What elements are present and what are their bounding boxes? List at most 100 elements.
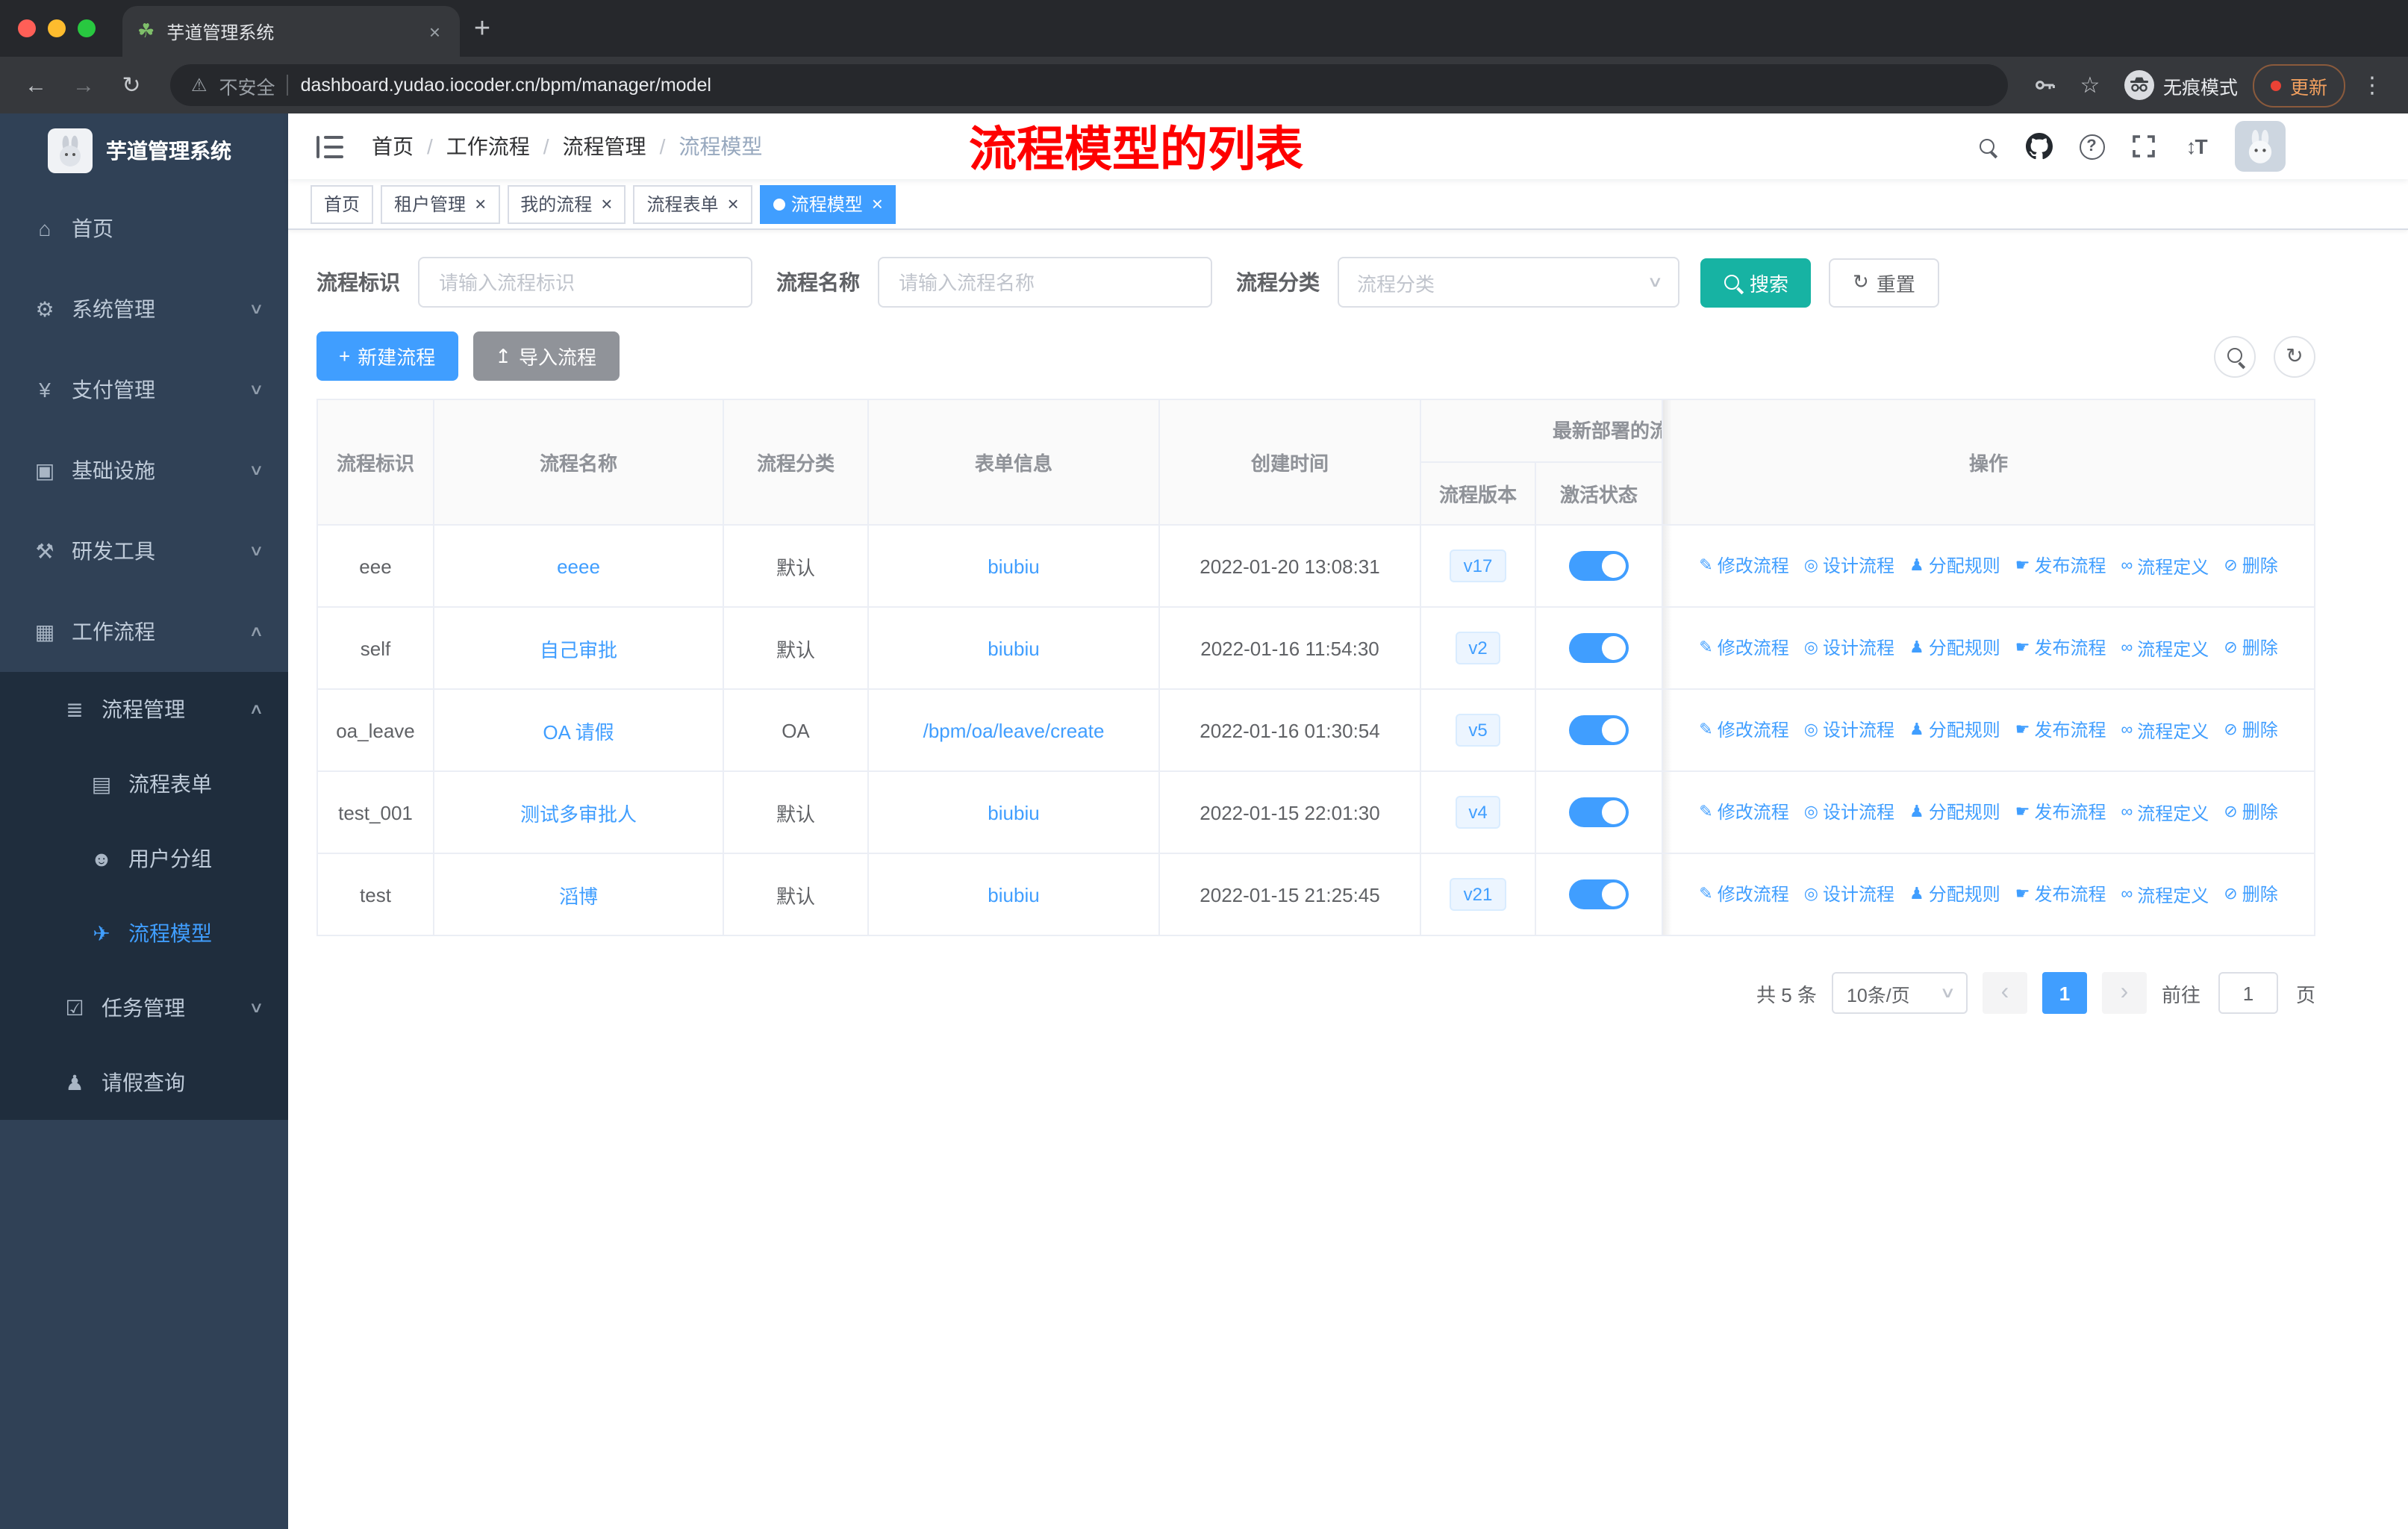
- sidebar-logo[interactable]: 芋道管理系统: [0, 113, 288, 188]
- process-name-link[interactable]: OA 请假: [543, 720, 614, 743]
- form-info-link[interactable]: biubiu: [988, 801, 1039, 823]
- row-action-design[interactable]: ◎ 设计流程: [1804, 553, 1894, 579]
- page-size-select[interactable]: 10条/页 10条/页 ∨: [1831, 972, 1968, 1014]
- active-toggle[interactable]: [1569, 633, 1629, 663]
- forward-icon[interactable]: →: [63, 64, 105, 106]
- row-action-delete[interactable]: ⊘ 删除: [2224, 553, 2277, 579]
- browser-tab[interactable]: ☘ 芋道管理系统 ×: [122, 6, 460, 57]
- form-info-link[interactable]: biubiu: [988, 637, 1039, 659]
- browser-menu-dots-icon[interactable]: ⋮: [2351, 64, 2393, 106]
- new-tab-button[interactable]: +: [460, 7, 505, 52]
- row-action-publish[interactable]: ☛ 发布流程: [2015, 717, 2106, 743]
- font-size-icon[interactable]: ↕T: [2183, 131, 2209, 161]
- address-bar[interactable]: ⚠ 不安全 dashboard.yudao.iocoder.cn/bpm/man…: [170, 64, 2008, 106]
- row-action-publish[interactable]: ☛ 发布流程: [2015, 882, 2106, 907]
- import-process-button[interactable]: ↥ 导入流程: [472, 331, 620, 381]
- prev-page-button[interactable]: ‹: [1982, 972, 2027, 1014]
- close-window-button[interactable]: [18, 19, 36, 37]
- create-process-button[interactable]: + 新建流程: [316, 331, 458, 381]
- row-action-publish[interactable]: ☛ 发布流程: [2015, 635, 2106, 661]
- row-action-delete[interactable]: ⊘ 删除: [2224, 635, 2277, 661]
- close-icon[interactable]: ×: [872, 194, 883, 214]
- tag-item[interactable]: 流程模型 ×: [759, 184, 896, 223]
- close-icon[interactable]: ×: [728, 194, 739, 214]
- tab-close-icon[interactable]: ×: [425, 20, 445, 43]
- sidebar-item[interactable]: ¥ 支付管理 ∨: [0, 349, 288, 430]
- process-name-link[interactable]: 测试多审批人: [520, 803, 637, 825]
- row-action-definition[interactable]: ∞ 流程定义: [2121, 718, 2209, 744]
- row-action-publish[interactable]: ☛ 发布流程: [2015, 800, 2106, 825]
- goto-page-input[interactable]: [2218, 972, 2278, 1014]
- tag-item[interactable]: 首页: [311, 184, 374, 223]
- back-icon[interactable]: ←: [15, 64, 57, 106]
- user-avatar[interactable]: [2235, 121, 2286, 172]
- row-action-edit[interactable]: ✎ 修改流程: [1699, 635, 1788, 661]
- next-page-button[interactable]: ›: [2101, 972, 2147, 1014]
- process-name-link[interactable]: 滔博: [559, 885, 598, 907]
- sidebar-item[interactable]: ☑ 任务管理 ∨: [0, 971, 288, 1045]
- row-action-edit[interactable]: ✎ 修改流程: [1699, 882, 1788, 907]
- github-icon[interactable]: [2026, 131, 2053, 161]
- sidebar-item[interactable]: ▦ 工作流程 ∧: [0, 591, 288, 672]
- form-info-link[interactable]: /bpm/oa/leave/create: [923, 719, 1105, 741]
- search-button[interactable]: 搜索: [1700, 258, 1812, 307]
- url-text[interactable]: dashboard.yudao.iocoder.cn/bpm/manager/m…: [301, 75, 711, 96]
- breadcrumb-item[interactable]: 流程管理: [563, 131, 646, 161]
- close-icon[interactable]: ×: [601, 194, 612, 214]
- row-action-design[interactable]: ◎ 设计流程: [1804, 717, 1894, 743]
- search-icon[interactable]: [1974, 131, 2000, 161]
- help-icon[interactable]: ?: [2078, 131, 2105, 161]
- show-search-icon[interactable]: [2214, 335, 2256, 377]
- update-button[interactable]: 更新: [2252, 63, 2345, 107]
- reload-icon[interactable]: ↻: [110, 64, 152, 106]
- row-action-design[interactable]: ◎ 设计流程: [1804, 882, 1894, 907]
- sidebar-item[interactable]: ⚙ 系统管理 ∨: [0, 269, 288, 349]
- row-action-definition[interactable]: ∞ 流程定义: [2121, 636, 2209, 661]
- sidebar-item[interactable]: ☻ 用户分组: [0, 821, 288, 896]
- process-name-input[interactable]: [878, 257, 1212, 308]
- active-toggle[interactable]: [1569, 551, 1629, 581]
- category-select[interactable]: 流程分类 ∨: [1338, 257, 1679, 308]
- active-toggle[interactable]: [1569, 879, 1629, 909]
- row-action-design[interactable]: ◎ 设计流程: [1804, 635, 1894, 661]
- minimize-window-button[interactable]: [48, 19, 66, 37]
- sidebar-item[interactable]: ♟ 请假查询: [0, 1045, 288, 1120]
- row-action-definition[interactable]: ∞ 流程定义: [2121, 554, 2209, 579]
- bookmark-star-icon[interactable]: ☆: [2071, 66, 2109, 105]
- row-action-definition[interactable]: ∞ 流程定义: [2121, 882, 2209, 908]
- row-action-assign[interactable]: ♟ 分配规则: [1909, 717, 2000, 743]
- process-key-input[interactable]: [418, 257, 752, 308]
- refresh-table-icon[interactable]: ↻: [2274, 335, 2315, 377]
- active-toggle[interactable]: [1569, 715, 1629, 745]
- form-info-link[interactable]: biubiu: [988, 555, 1039, 577]
- row-action-delete[interactable]: ⊘ 删除: [2224, 717, 2277, 743]
- row-action-assign[interactable]: ♟ 分配规则: [1909, 882, 2000, 907]
- close-icon[interactable]: ×: [475, 194, 486, 214]
- form-info-link[interactable]: biubiu: [988, 883, 1039, 906]
- row-action-design[interactable]: ◎ 设计流程: [1804, 800, 1894, 825]
- process-name-link[interactable]: eeee: [557, 555, 600, 577]
- security-label[interactable]: 不安全: [219, 71, 275, 99]
- fullscreen-icon[interactable]: [2130, 131, 2157, 161]
- row-action-edit[interactable]: ✎ 修改流程: [1699, 553, 1788, 579]
- sidebar-item[interactable]: ⚒ 研发工具 ∨: [0, 511, 288, 591]
- breadcrumb-item[interactable]: 工作流程: [446, 131, 530, 161]
- row-action-delete[interactable]: ⊘ 删除: [2224, 882, 2277, 907]
- process-name-link[interactable]: 自己审批: [540, 638, 617, 661]
- zoom-window-button[interactable]: [78, 19, 96, 37]
- sidebar-item[interactable]: ✈ 流程模型: [0, 896, 288, 971]
- sidebar-item[interactable]: ≣ 流程管理 ∧: [0, 672, 288, 747]
- password-key-icon[interactable]: [2026, 66, 2065, 105]
- reset-button[interactable]: ↻ 重置: [1829, 258, 1939, 307]
- row-action-publish[interactable]: ☛ 发布流程: [2015, 553, 2106, 579]
- current-page-button[interactable]: 1: [2042, 972, 2087, 1014]
- row-action-edit[interactable]: ✎ 修改流程: [1699, 717, 1788, 743]
- row-action-assign[interactable]: ♟ 分配规则: [1909, 553, 2000, 579]
- tag-item[interactable]: 我的流程 ×: [507, 184, 626, 223]
- tag-item[interactable]: 租户管理 ×: [381, 184, 500, 223]
- sidebar-item[interactable]: ⌂ 首页: [0, 188, 288, 269]
- breadcrumb-item[interactable]: 首页: [372, 131, 414, 161]
- row-action-delete[interactable]: ⊘ 删除: [2224, 800, 2277, 825]
- row-action-assign[interactable]: ♟ 分配规则: [1909, 800, 2000, 825]
- row-action-definition[interactable]: ∞ 流程定义: [2121, 800, 2209, 826]
